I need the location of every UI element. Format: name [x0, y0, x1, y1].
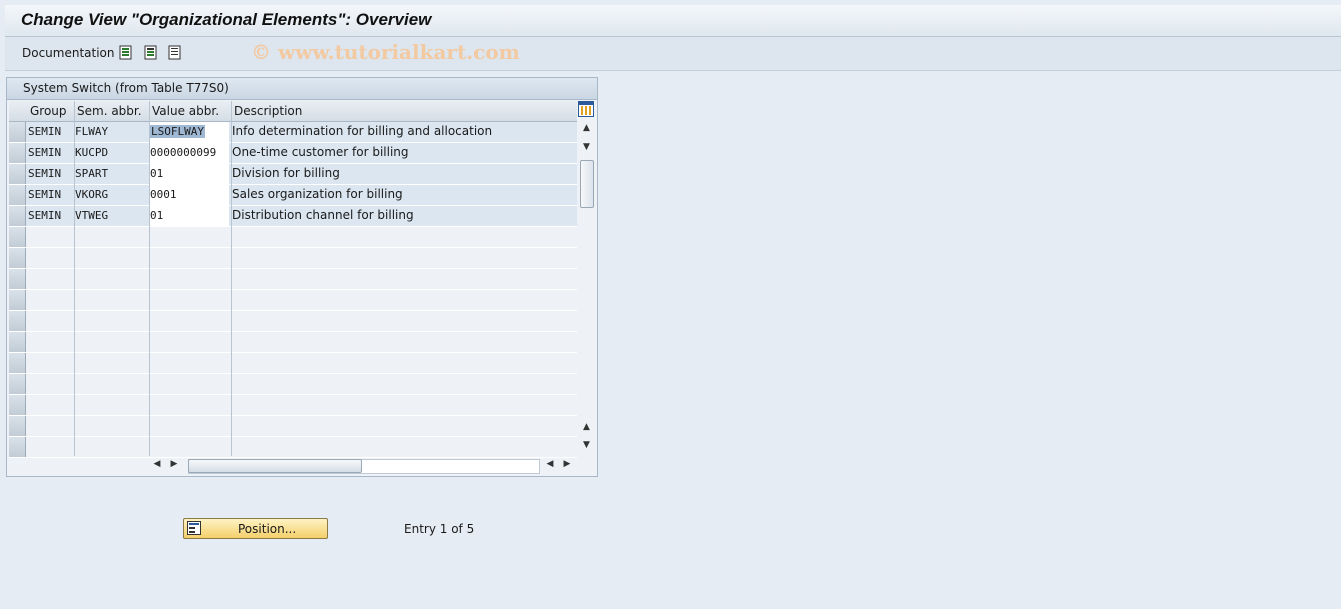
- value-abbr-cell[interactable]: 0001: [150, 188, 177, 201]
- group-cell: SEMIN: [28, 125, 62, 138]
- column-header-group[interactable]: Group: [30, 104, 67, 118]
- row-selector[interactable]: [9, 143, 26, 163]
- column-separator: [231, 101, 232, 456]
- description-cell: Division for billing: [232, 166, 340, 180]
- documentation-button[interactable]: Documentation: [22, 46, 115, 60]
- scroll-down-icon[interactable]: ▼: [579, 440, 594, 450]
- sem-abbr-cell: VKORG: [75, 188, 109, 201]
- group-cell: SEMIN: [28, 209, 62, 222]
- table-row[interactable]: SEMIN SPART 01 Division for billing: [9, 164, 577, 185]
- row-selector[interactable]: [9, 290, 26, 310]
- table-settings-icon[interactable]: [578, 101, 594, 117]
- table-row[interactable]: SEMIN KUCPD 0000000099 One-time customer fo…: [9, 143, 577, 164]
- page-down-top-icon[interactable]: ▼: [579, 142, 594, 152]
- deselect-all-icon[interactable]: [168, 45, 182, 60]
- group-cell: SEMIN: [28, 188, 62, 201]
- row-selector[interactable]: [9, 311, 26, 331]
- sem-abbr-cell: FLWAY: [75, 125, 109, 138]
- row-selector[interactable]: [9, 164, 26, 184]
- group-cell: SEMIN: [28, 146, 62, 159]
- value-abbr-cell[interactable]: 0000000099: [150, 146, 216, 159]
- table-row[interactable]: [9, 290, 577, 311]
- table-row[interactable]: [9, 332, 577, 353]
- sem-abbr-cell: VTWEG: [75, 209, 109, 222]
- value-abbr-cell[interactable]: 01: [150, 209, 163, 222]
- table-row[interactable]: [9, 353, 577, 374]
- row-selector[interactable]: [9, 416, 26, 436]
- position-icon: [187, 521, 201, 535]
- vertical-scroll-thumb[interactable]: [580, 160, 594, 208]
- row-selector[interactable]: [9, 227, 26, 247]
- scroll-left-icon[interactable]: ◀: [152, 459, 162, 469]
- table-row[interactable]: [9, 227, 577, 248]
- row-selector[interactable]: [9, 248, 26, 268]
- panel-title-bar: System Switch (from Table T77S0): [7, 78, 597, 100]
- table-row[interactable]: [9, 248, 577, 269]
- horizontal-scroll-thumb[interactable]: [188, 459, 362, 473]
- row-selector[interactable]: [9, 353, 26, 373]
- row-selector[interactable]: [9, 206, 26, 226]
- scroll-left-end-icon[interactable]: ◀: [545, 459, 555, 469]
- description-cell: Sales organization for billing: [232, 187, 403, 201]
- page-up-bottom-icon[interactable]: ▲: [579, 422, 594, 432]
- position-button[interactable]: Position...: [183, 518, 328, 539]
- table-row[interactable]: SEMIN VKORG 0001 Sales organization for bil…: [9, 185, 577, 206]
- row-selector[interactable]: [9, 332, 26, 352]
- row-selector[interactable]: [9, 185, 26, 205]
- value-abbr-cell[interactable]: LSOFLWAY: [150, 125, 205, 138]
- column-header-description[interactable]: Description: [234, 104, 302, 118]
- row-selector[interactable]: [9, 374, 26, 394]
- system-switch-table-panel: System Switch (from Table T77S0) Group S…: [6, 77, 598, 477]
- table-row[interactable]: SEMIN VTWEG 01 Distribution channel for bil…: [9, 206, 577, 227]
- position-button-label: Position...: [238, 522, 297, 536]
- entry-counter: Entry 1 of 5: [404, 522, 475, 536]
- table-row[interactable]: [9, 374, 577, 395]
- application-toolbar: Documentation © www.tutorialkart.com: [5, 37, 1341, 71]
- table-row[interactable]: SEMIN FLWAY LSOFLWAY Info determination for…: [9, 122, 577, 143]
- description-cell: Info determination for billing and alloc…: [232, 124, 493, 138]
- table-row[interactable]: [9, 395, 577, 416]
- vertical-scrollbar[interactable]: ▲ ▼ ▲ ▼: [579, 120, 594, 456]
- scroll-right-icon[interactable]: ▶: [169, 459, 179, 469]
- row-selector[interactable]: [9, 122, 26, 142]
- select-block-icon[interactable]: [144, 45, 158, 60]
- sem-abbr-cell: SPART: [75, 167, 109, 180]
- column-header-sem-abbr[interactable]: Sem. abbr.: [77, 104, 142, 118]
- column-header-value-abbr[interactable]: Value abbr.: [152, 104, 219, 118]
- watermark: © www.tutorialkart.com: [251, 40, 520, 64]
- row-selector[interactable]: [9, 437, 26, 457]
- column-separator: [74, 101, 75, 456]
- panel-title: System Switch (from Table T77S0): [23, 81, 229, 95]
- group-cell: SEMIN: [28, 167, 62, 180]
- scroll-up-icon[interactable]: ▲: [579, 123, 594, 133]
- table-row[interactable]: [9, 437, 577, 458]
- scroll-right-end-icon[interactable]: ▶: [562, 459, 572, 469]
- sem-abbr-cell: KUCPD: [75, 146, 109, 159]
- table-row[interactable]: [9, 269, 577, 290]
- description-cell: One-time customer for billing: [232, 145, 409, 159]
- select-all-icon[interactable]: [119, 45, 133, 60]
- table-header: Group Sem. abbr. Value abbr. Description: [9, 101, 577, 122]
- column-separator: [149, 101, 150, 456]
- row-selector[interactable]: [9, 395, 26, 415]
- row-selector[interactable]: [9, 269, 26, 289]
- description-cell: Distribution channel for billing: [232, 208, 414, 222]
- table-row[interactable]: [9, 416, 577, 437]
- page-title: Change View "Organizational Elements": O…: [21, 10, 432, 29]
- title-bar: Change View "Organizational Elements": O…: [5, 5, 1341, 37]
- horizontal-scrollbar[interactable]: ◀ ▶ ◀ ▶: [152, 458, 577, 474]
- table-row[interactable]: [9, 311, 577, 332]
- value-abbr-cell[interactable]: 01: [150, 167, 163, 180]
